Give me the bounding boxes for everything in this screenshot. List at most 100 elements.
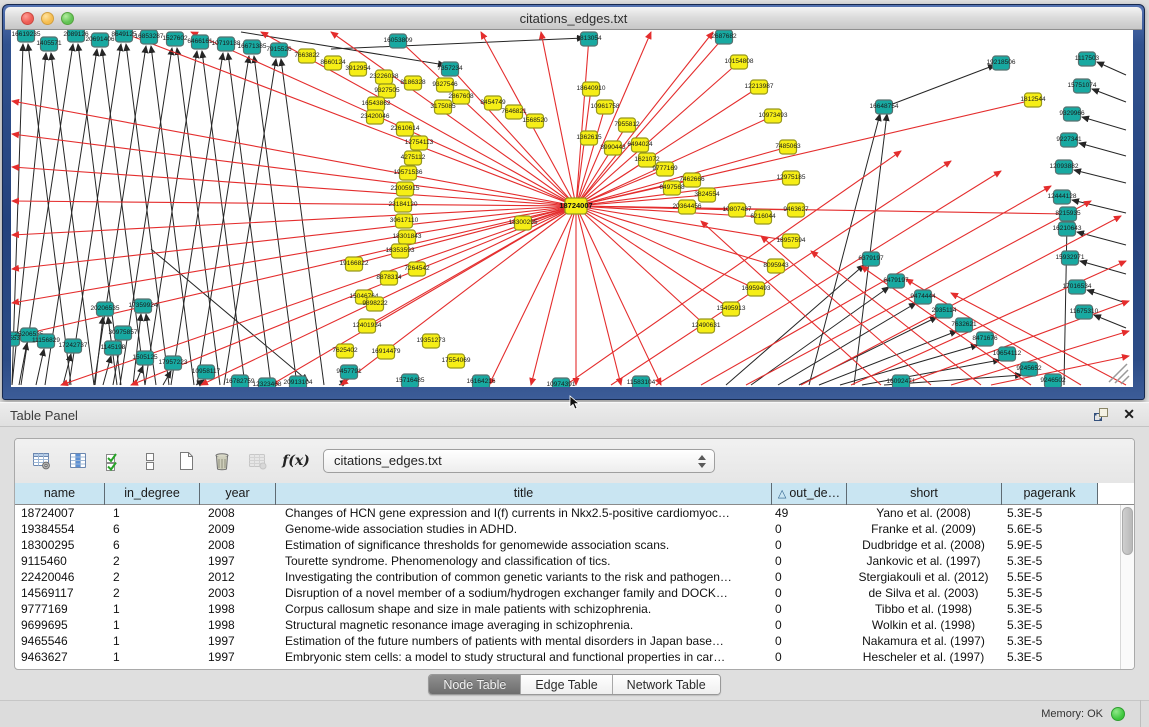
graph-node[interactable]: 19571536 [394,166,423,180]
graph-node[interactable]: 18957594 [777,234,806,248]
column-header-in_degree[interactable]: in_degree [104,483,199,505]
graph-node[interactable]: 7357234 [437,62,463,76]
graph-node[interactable]: 9329966 [1059,107,1085,121]
graph-node[interactable]: 6379197 [858,252,884,266]
table-mode-button[interactable] [27,446,57,476]
graph-node[interactable]: 10154808 [725,55,754,69]
graph-node[interactable]: 8813054 [576,32,602,46]
show-columns-button[interactable] [63,446,93,476]
graph-node[interactable]: 16782759 [226,375,255,387]
graph-node[interactable]: 11583104 [627,376,656,387]
graph-node[interactable]: 15716485 [396,374,425,387]
tab-edge-table[interactable]: Edge Table [520,675,611,694]
graph-node[interactable]: 20206535 [91,302,120,316]
close-panel-icon[interactable]: ✕ [1123,406,1135,423]
graph-node[interactable]: 23184120 [389,198,418,212]
graph-node[interactable]: 12975185 [777,171,806,185]
graph-node[interactable]: 12444128 [1048,190,1077,204]
graph-node[interactable]: 16543862 [362,97,391,111]
vertical-scrollbar[interactable] [1120,505,1134,669]
graph-node[interactable]: 16092471 [887,375,916,387]
graph-node[interactable]: 9245652 [1016,362,1042,376]
graph-node[interactable]: 1812544 [1020,93,1046,107]
graph-node[interactable]: 17242737 [59,339,88,353]
graph-node[interactable]: 10719138 [212,37,241,51]
table-row[interactable]: 1938455462009Genome-wide association stu… [15,521,1120,537]
graph-node[interactable]: 9898222 [362,297,388,311]
table-row[interactable]: 946362711997Embryonic stem cells: a mode… [15,649,1120,665]
graph-node[interactable]: 30975857 [109,326,138,340]
graph-node[interactable]: 9457791 [336,365,362,379]
graph-node[interactable]: 8471676 [972,332,998,346]
graph-node[interactable]: 15751074 [1068,79,1097,93]
new-column-button[interactable] [171,446,201,476]
table-row[interactable]: 1872400712008Changes of HCN gene express… [15,505,1120,521]
window-titlebar[interactable]: citations_edges.txt [5,7,1142,30]
graph-node[interactable]: 8215935 [1055,207,1081,221]
graph-node[interactable]: 6494024 [627,138,653,152]
graph-node[interactable]: 9246502 [1040,374,1066,387]
graph-node[interactable]: 10974391 [547,378,576,387]
graph-node[interactable]: 10654112 [993,347,1022,361]
graph-node[interactable]: 16959493 [742,282,771,296]
graph-node[interactable]: 6479197 [883,274,909,288]
graph-node[interactable]: 7264542 [404,262,430,276]
graph-node[interactable]: 8186328 [400,76,426,90]
graph-node[interactable]: 6216044 [750,210,776,224]
graph-node[interactable]: 23420046 [361,110,390,124]
graph-node[interactable]: 8660124 [320,56,346,70]
graph-node[interactable]: 17016534 [1063,280,1092,294]
graph-node[interactable]: 16914479 [372,345,401,359]
graph-node[interactable]: 15932971 [1056,251,1085,265]
graph-node[interactable]: 15495913 [717,302,746,316]
table-row[interactable]: 946554611997Estimation of the future num… [15,633,1120,649]
graph-node[interactable]: 17957223 [159,356,188,370]
network-canvas[interactable]: 1661923514055712089126206914068649125168… [11,30,1133,387]
graph-node[interactable]: 9463627 [783,203,809,217]
column-header-name[interactable]: name [15,483,104,505]
graph-node[interactable]: 19166822 [340,257,369,271]
graph-node[interactable]: 9227341 [1056,133,1082,147]
graph-node[interactable]: 12323468 [253,378,282,387]
graph-node[interactable]: 9327505 [374,84,400,98]
graph-node[interactable]: 8649125 [111,30,137,42]
table-row[interactable]: 969969511998Structural magnetic resonanc… [15,617,1120,633]
graph-node[interactable]: 16164216 [467,375,496,387]
graph-node[interactable]: 12093882 [1050,160,1079,174]
graph-node[interactable]: 12213987 [745,80,774,94]
graph-node[interactable]: 9474444 [910,290,936,304]
delete-column-button[interactable] [207,446,237,476]
graph-node[interactable]: 18353593 [386,244,415,258]
graph-node[interactable]: 19351273 [417,334,446,348]
graph-node[interactable]: 10958117 [192,365,221,379]
function-builder-button[interactable]: f(x) [279,453,313,469]
graph-node[interactable]: 7625402 [332,344,358,358]
graph-node[interactable]: 1117503 [1075,52,1100,66]
graph-node[interactable]: 20913104 [284,376,313,387]
unselect-all-button[interactable] [135,446,165,476]
graph-node[interactable]: 18301843 [393,230,422,244]
graph-node[interactable]: 1405571 [36,37,62,51]
resize-grip[interactable] [1121,376,1129,384]
graph-node[interactable]: 3175085 [430,100,456,114]
graph-node[interactable]: 16648754 [870,100,899,114]
graph-node[interactable]: 10961758 [591,100,620,114]
graph-node[interactable]: 1527602 [162,32,188,46]
select-all-button[interactable] [99,446,129,476]
graph-node[interactable]: 17359924 [129,299,158,313]
table-row[interactable]: 1456911722003Disruption of a novel membe… [15,585,1120,601]
graph-node[interactable]: 12401934 [353,319,382,333]
graph-node[interactable]: 16671385 [238,40,267,54]
graph-node[interactable]: 7663822 [294,49,320,63]
graph-node[interactable]: 1568520 [522,114,548,128]
table-row[interactable]: 2242004622012Investigating the contribut… [15,569,1120,585]
graph-node[interactable]: 2687682 [711,30,737,44]
table-row[interactable]: 1830029562008Estimation of significance … [15,537,1120,553]
graph-node[interactable]: 17554069 [442,354,471,368]
graph-node[interactable]: 7485063 [775,140,801,154]
table-row[interactable]: 977716911998Corpus callosum shape and si… [15,601,1120,617]
graph-node[interactable]: 19218506 [987,56,1016,70]
float-window-icon[interactable] [1093,407,1109,423]
table-select-combobox[interactable]: citations_edges.txt [323,449,715,473]
graph-node[interactable]: 1145193 [101,341,126,355]
